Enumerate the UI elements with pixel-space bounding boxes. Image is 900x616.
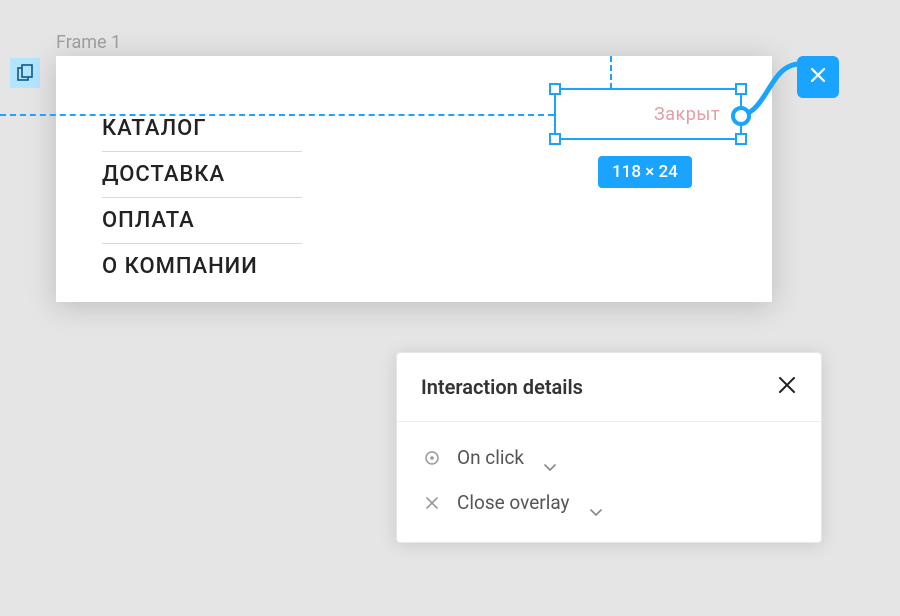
resize-handle-bottom-right[interactable] xyxy=(735,133,747,145)
dimensions-badge: 118 × 24 xyxy=(598,156,692,188)
alignment-guide-horizontal xyxy=(0,114,554,116)
selected-text-content: Закрыт xyxy=(654,104,720,125)
chevron-down-icon xyxy=(590,499,602,507)
resize-handle-top-left[interactable] xyxy=(549,83,561,95)
alignment-guide-vertical xyxy=(610,56,612,89)
trigger-label: On click xyxy=(457,446,524,469)
frame-title[interactable]: Frame 1 xyxy=(56,32,121,53)
target-icon xyxy=(423,449,441,467)
menu-item-payment[interactable]: ОПЛАТА xyxy=(102,198,302,244)
action-dropdown[interactable]: Close overlay xyxy=(423,491,795,514)
frame-icon[interactable] xyxy=(10,58,40,88)
panel-body: On click Close overlay xyxy=(397,422,821,542)
panel-close-button[interactable] xyxy=(777,377,797,397)
action-label: Close overlay xyxy=(457,491,570,514)
close-icon xyxy=(809,66,827,88)
menu-item-about[interactable]: О КОМПАНИИ xyxy=(102,244,302,289)
close-icon xyxy=(778,376,796,398)
resize-handle-bottom-left[interactable] xyxy=(549,133,561,145)
prototype-action-node[interactable] xyxy=(797,56,839,98)
prototype-connector-start[interactable] xyxy=(731,106,751,126)
selected-layer[interactable]: Закрыт xyxy=(554,88,742,140)
menu-item-catalog[interactable]: КАТАЛОГ xyxy=(102,106,302,152)
chevron-down-icon xyxy=(544,454,556,462)
interaction-details-panel: Interaction details On click xyxy=(396,352,822,543)
menu-list: КАТАЛОГ ДОСТАВКА ОПЛАТА О КОМПАНИИ xyxy=(102,106,302,289)
panel-title: Interaction details xyxy=(421,375,583,399)
trigger-dropdown[interactable]: On click xyxy=(423,446,795,469)
menu-item-delivery[interactable]: ДОСТАВКА xyxy=(102,152,302,198)
close-small-icon xyxy=(423,494,441,512)
panel-header: Interaction details xyxy=(397,353,821,422)
resize-handle-top-right[interactable] xyxy=(735,83,747,95)
